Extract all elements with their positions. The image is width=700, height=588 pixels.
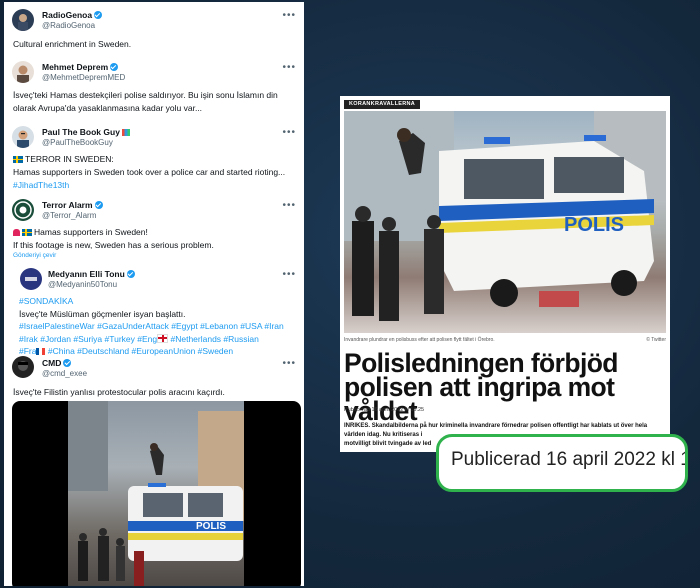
sweden-flag-icon: [13, 156, 23, 163]
post-video[interactable]: POLIS: [12, 401, 301, 586]
verified-icon: [110, 63, 119, 71]
more-icon[interactable]: •••: [282, 127, 296, 138]
user-name[interactable]: CMD: [42, 358, 72, 368]
post-text: Hamas supporters in Sweden! If this foot…: [13, 227, 214, 250]
more-icon[interactable]: •••: [282, 269, 296, 280]
post-terror-alarm[interactable]: Terror Alarm @Terror_Alarm ••• Hamas sup…: [4, 194, 304, 264]
post-text: #SONDAKİKA İsveç'te Müslüman göçmenler i…: [19, 295, 301, 358]
avatar[interactable]: [12, 356, 34, 378]
user-handle[interactable]: @cmd_exee: [42, 369, 87, 378]
sweden-flag-icon: [22, 229, 32, 236]
more-icon[interactable]: •••: [282, 200, 296, 211]
france-flag-icon: [36, 348, 46, 355]
avatar[interactable]: [12, 61, 34, 83]
police-car-label: POLIS: [196, 521, 226, 532]
article-kicker[interactable]: KORANKRAVALLERNA: [344, 100, 421, 109]
post-mehmet-deprem[interactable]: Mehmet Deprem @MehmetDepremMED ••• İsveç…: [4, 56, 304, 122]
user-handle[interactable]: @Medyanin50Tonu: [48, 280, 117, 289]
more-icon[interactable]: •••: [282, 358, 296, 369]
article-dateline: Publicerad 16 april 2022 kl 18.25: [344, 407, 425, 413]
callout-text: Publicerad 16 april 2022 kl 1: [451, 449, 688, 470]
user-name[interactable]: Terror Alarm: [42, 200, 103, 210]
england-flag-icon: [157, 333, 169, 343]
post-medyanin-elli-tonu[interactable]: Medyanın Elli Tonu @Medyanin50Tonu ••• #…: [4, 264, 304, 356]
avatar[interactable]: [12, 199, 34, 221]
translate-link[interactable]: Gönderiyi çevir: [13, 252, 56, 259]
hashtag-link[interactable]: #SONDAKİKA: [19, 295, 301, 308]
post-radiogenoa[interactable]: RadioGenoa @RadioGenoa ••• Cultural enri…: [4, 2, 304, 58]
dateline-zoom-callout: Publicerad 16 april 2022 kl 1: [436, 434, 688, 492]
more-icon[interactable]: •••: [282, 10, 296, 21]
verified-icon: [94, 201, 103, 209]
siren-icon: [13, 229, 20, 236]
photo-caption: Invandrare plundrar en polisbuss efter a…: [344, 337, 666, 343]
verified-icon: [63, 359, 72, 367]
news-article: KORANKRAVALLERNA POLIS Invandrare plundr…: [340, 96, 670, 452]
user-name[interactable]: RadioGenoa: [42, 10, 103, 20]
post-text: İsveç'teki Hamas destekçileri polise sal…: [13, 90, 278, 113]
post-text: TERROR IN SWEDEN: Hamas supporters in Sw…: [13, 153, 299, 192]
post-paul-the-book-guy[interactable]: Paul The Book Guy @PaulTheBookGuy ••• TE…: [4, 122, 304, 194]
avatar[interactable]: [12, 126, 34, 148]
user-name[interactable]: Paul The Book Guy: [42, 127, 130, 137]
books-icon: [121, 129, 130, 136]
photo-credit: © Twitter: [646, 337, 666, 343]
user-name[interactable]: Medyanın Elli Tonu: [48, 269, 135, 279]
video-frame: POLIS: [68, 401, 244, 586]
user-handle[interactable]: @RadioGenoa: [42, 21, 95, 30]
hashtag-list[interactable]: #IsraelPalestineWar #GazaUnderAttack #Eg…: [19, 320, 301, 333]
social-feed: RadioGenoa @RadioGenoa ••• Cultural enri…: [4, 2, 304, 586]
article-photo[interactable]: POLIS: [344, 111, 666, 333]
police-car-label: POLIS: [564, 214, 624, 236]
hashtag-list[interactable]: #Irak #Jordan #Suriya #Turkey #Eng #Neth…: [19, 333, 301, 346]
user-handle[interactable]: @PaulTheBookGuy: [42, 138, 113, 147]
verified-icon: [126, 270, 135, 278]
user-handle[interactable]: @Terror_Alarm: [42, 211, 96, 220]
user-handle[interactable]: @MehmetDepremMED: [42, 73, 125, 82]
post-text: İsveç'te Filistin yanlısı protestocular …: [13, 387, 225, 397]
verified-icon: [94, 11, 103, 19]
avatar[interactable]: [20, 268, 42, 290]
avatar[interactable]: [12, 9, 34, 31]
user-name[interactable]: Mehmet Deprem: [42, 62, 119, 72]
post-text: Cultural enrichment in Sweden.: [13, 39, 132, 49]
more-icon[interactable]: •••: [282, 62, 296, 73]
hashtag-link[interactable]: #JihadThe13th: [13, 179, 299, 192]
